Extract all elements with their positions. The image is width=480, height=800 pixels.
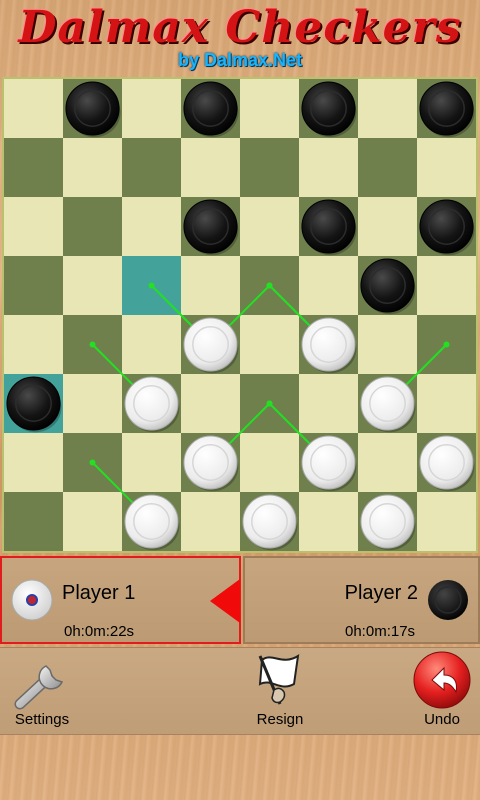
bottom-toolbar: Settings Resign Undo (0, 647, 480, 735)
undo-arrow-icon (413, 651, 471, 709)
dark-square-1-0[interactable] (4, 138, 63, 197)
light-square-3-7 (417, 256, 476, 315)
dark-square-3-0[interactable] (4, 256, 63, 315)
dark-square-1-4[interactable] (240, 138, 299, 197)
light-square-4-2 (122, 315, 181, 374)
light-square-1-1 (63, 138, 122, 197)
light-square-2-2 (122, 197, 181, 256)
light-square-1-7 (417, 138, 476, 197)
move-hint-dot (443, 341, 450, 348)
light-square-0-6 (358, 79, 417, 138)
turn-indicator-arrow (210, 579, 240, 623)
light-square-1-3 (181, 138, 240, 197)
light-square-5-3 (181, 374, 240, 433)
app-title: Dalmax Checkers (18, 2, 462, 53)
light-square-6-6 (358, 433, 417, 492)
light-square-6-0 (4, 433, 63, 492)
light-square-0-0 (4, 79, 63, 138)
light-square-5-7 (417, 374, 476, 433)
light-square-3-1 (63, 256, 122, 315)
undo-button[interactable]: Undo (408, 648, 476, 734)
resign-button[interactable]: Resign (240, 648, 320, 734)
dark-square-1-6[interactable] (358, 138, 417, 197)
settings-label: Settings (14, 711, 70, 728)
player2-name: Player 2 (344, 582, 418, 604)
move-hint-dot (89, 459, 96, 466)
checkers-board[interactable] (4, 79, 476, 551)
undo-label: Undo (424, 711, 460, 728)
player2-panel: Player 2 0h:0m:17s (243, 556, 480, 644)
move-hint-dot (266, 400, 273, 407)
player1-panel: Player 1 0h:0m:22s (0, 556, 241, 644)
dark-square-1-2[interactable] (122, 138, 181, 197)
move-hint-dot (266, 282, 273, 289)
move-hint-dot (148, 282, 155, 289)
light-square-7-5 (299, 492, 358, 551)
player1-name: Player 1 (62, 582, 136, 604)
light-square-4-4 (240, 315, 299, 374)
light-square-6-4 (240, 433, 299, 492)
light-square-7-3 (181, 492, 240, 551)
wrench-icon (14, 665, 64, 710)
light-square-0-4 (240, 79, 299, 138)
light-square-5-5 (299, 374, 358, 433)
light-square-7-7 (417, 492, 476, 551)
light-square-3-3 (181, 256, 240, 315)
light-square-1-5 (299, 138, 358, 197)
white-flag-icon (258, 654, 300, 705)
app-subtitle: by Dalmax.Net (177, 50, 303, 70)
light-square-4-0 (4, 315, 63, 374)
light-square-7-1 (63, 492, 122, 551)
resign-label: Resign (256, 711, 304, 728)
player2-piece-icon (428, 580, 468, 620)
dark-square-7-0[interactable] (4, 492, 63, 551)
header: Dalmax Checkers by Dalmax.Net (0, 0, 480, 76)
light-square-2-0 (4, 197, 63, 256)
player1-timer: 0h:0m:22s (64, 623, 135, 640)
light-square-0-2 (122, 79, 181, 138)
player1-piece-icon (11, 579, 53, 621)
light-square-6-2 (122, 433, 181, 492)
light-square-4-6 (358, 315, 417, 374)
settings-button[interactable]: Settings (4, 648, 80, 734)
light-square-2-6 (358, 197, 417, 256)
light-square-5-1 (63, 374, 122, 433)
player2-timer: 0h:0m:17s (345, 623, 416, 640)
light-square-2-4 (240, 197, 299, 256)
dark-square-2-1[interactable] (63, 197, 122, 256)
light-square-3-5 (299, 256, 358, 315)
move-hint-dot (89, 341, 96, 348)
board-frame (2, 77, 478, 553)
